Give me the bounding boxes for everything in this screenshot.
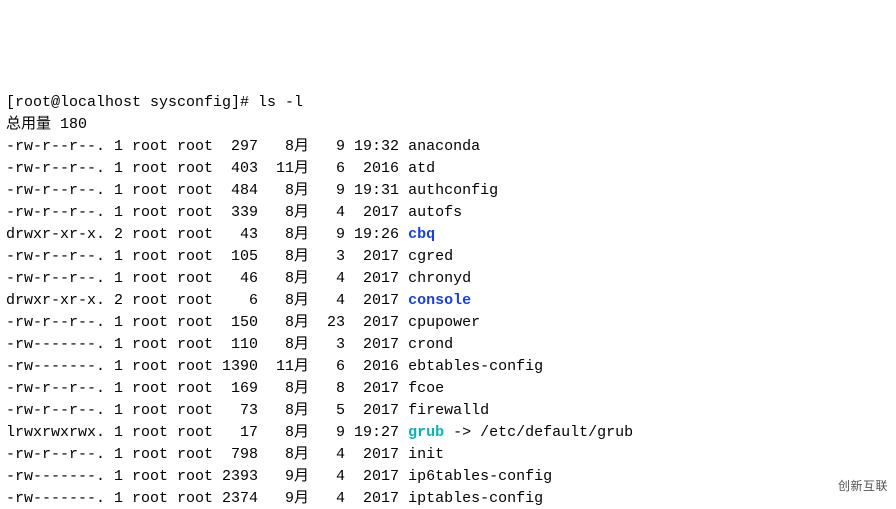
listing-row-meta: -rw-------. 1 root root 1390 11月 6 2016 xyxy=(6,358,408,375)
listing-row-meta: -rw-r--r--. 1 root root 169 8月 8 2017 xyxy=(6,380,408,397)
listing-row-name: grub xyxy=(408,424,444,441)
listing-row-name: cgred xyxy=(408,248,453,265)
listing-row: drwxr-xr-x. 2 root root 43 8月 9 19:26 cb… xyxy=(6,224,890,246)
watermark-text: 创新互联 xyxy=(838,475,888,497)
listing-row-meta: -rw-r--r--. 1 root root 403 11月 6 2016 xyxy=(6,160,408,177)
symlink-target: /etc/default/grub xyxy=(480,424,633,441)
listing-row-name: fcoe xyxy=(408,380,444,397)
total-line: 总用量 180 xyxy=(6,114,890,136)
listing-row-meta: -rw-r--r--. 1 root root 798 8月 4 2017 xyxy=(6,446,408,463)
listing-row: -rw-r--r--. 1 root root 297 8月 9 19:32 a… xyxy=(6,136,890,158)
listing-row-name: anaconda xyxy=(408,138,480,155)
listing-row-meta: -rw-r--r--. 1 root root 46 8月 4 2017 xyxy=(6,270,408,287)
listing-row: -rw-r--r--. 1 root root 73 8月 5 2017 fir… xyxy=(6,400,890,422)
listing-row-name: console xyxy=(408,292,471,309)
listing-row: -rw-------. 1 root root 1390 11月 6 2016 … xyxy=(6,356,890,378)
listing-row: -rw-------. 1 root root 110 8月 3 2017 cr… xyxy=(6,334,890,356)
listing-row-meta: -rw-------. 1 root root 2374 9月 4 2017 xyxy=(6,490,408,507)
listing-row: lrwxrwxrwx. 1 root root 17 8月 9 19:27 gr… xyxy=(6,422,890,444)
listing-row-name: crond xyxy=(408,336,453,353)
terminal-output: [root@localhost sysconfig]# ls -l总用量 180… xyxy=(6,92,890,509)
listing-row-meta: -rw-r--r--. 1 root root 105 8月 3 2017 xyxy=(6,248,408,265)
listing-row-meta: -rw-------. 1 root root 110 8月 3 2017 xyxy=(6,336,408,353)
listing-row-meta: drwxr-xr-x. 2 root root 6 8月 4 2017 xyxy=(6,292,408,309)
listing-row: -rw-r--r--. 1 root root 169 8月 8 2017 fc… xyxy=(6,378,890,400)
listing-row-meta: -rw-r--r--. 1 root root 484 8月 9 19:31 xyxy=(6,182,408,199)
listing-row: -rw-r--r--. 1 root root 105 8月 3 2017 cg… xyxy=(6,246,890,268)
symlink-arrow: -> xyxy=(444,424,480,441)
listing-row-meta: -rw-r--r--. 1 root root 150 8月 23 2017 xyxy=(6,314,408,331)
listing-row-name: ebtables-config xyxy=(408,358,543,375)
listing-row: drwxr-xr-x. 2 root root 6 8月 4 2017 cons… xyxy=(6,290,890,312)
listing-row-meta: -rw-r--r--. 1 root root 73 8月 5 2017 xyxy=(6,402,408,419)
listing-row-meta: -rw-r--r--. 1 root root 297 8月 9 19:32 xyxy=(6,138,408,155)
listing-row: -rw-r--r--. 1 root root 484 8月 9 19:31 a… xyxy=(6,180,890,202)
listing-row: -rw-r--r--. 1 root root 46 8月 4 2017 chr… xyxy=(6,268,890,290)
listing-row-name: firewalld xyxy=(408,402,489,419)
listing-row-name: autofs xyxy=(408,204,462,221)
listing-row-name: init xyxy=(408,446,444,463)
listing-row-meta: -rw-r--r--. 1 root root 339 8月 4 2017 xyxy=(6,204,408,221)
listing-row-meta: -rw-------. 1 root root 2393 9月 4 2017 xyxy=(6,468,408,485)
listing-row-meta: drwxr-xr-x. 2 root root 43 8月 9 19:26 xyxy=(6,226,408,243)
listing-row-meta: lrwxrwxrwx. 1 root root 17 8月 9 19:27 xyxy=(6,424,408,441)
watermark-logo: 创新互联 xyxy=(808,473,888,499)
listing-row-name: atd xyxy=(408,160,435,177)
listing-row-name: ip6tables-config xyxy=(408,468,552,485)
listing-row: -rw-r--r--. 1 root root 150 8月 23 2017 c… xyxy=(6,312,890,334)
listing-row: -rw-------. 1 root root 2393 9月 4 2017 i… xyxy=(6,466,890,488)
listing-row: -rw-r--r--. 1 root root 339 8月 4 2017 au… xyxy=(6,202,890,224)
watermark-icon xyxy=(808,473,834,499)
listing-row-name: authconfig xyxy=(408,182,498,199)
listing-row-name: cpupower xyxy=(408,314,480,331)
listing-row-name: chronyd xyxy=(408,270,471,287)
listing-row: -rw-r--r--. 1 root root 403 11月 6 2016 a… xyxy=(6,158,890,180)
listing-row: -rw-------. 1 root root 2374 9月 4 2017 i… xyxy=(6,488,890,509)
listing-row-name: cbq xyxy=(408,226,435,243)
listing-row: -rw-r--r--. 1 root root 798 8月 4 2017 in… xyxy=(6,444,890,466)
listing-row-name: iptables-config xyxy=(408,490,543,507)
shell-prompt-line: [root@localhost sysconfig]# ls -l xyxy=(6,92,890,114)
